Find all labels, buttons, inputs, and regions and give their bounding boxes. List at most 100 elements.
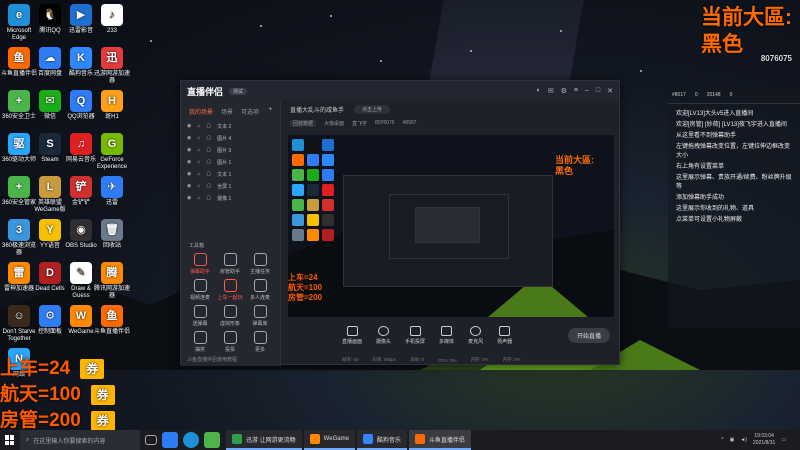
mic-button[interactable]: 麦克风 [468, 325, 483, 345]
visibility-icon[interactable]: ◉ [187, 159, 191, 165]
toolbox-item[interactable]: 虚拟形象 [215, 305, 245, 327]
message-icon[interactable]: ✉ [548, 87, 554, 95]
source-item[interactable]: ◉ ⌂ ▢ 图片 4 [181, 132, 280, 144]
clock[interactable]: 19:03:04 2021/8/31 [753, 433, 775, 447]
source-label: 图片 1 [217, 159, 232, 166]
start-live-button[interactable]: 开始直播 [567, 327, 610, 343]
tab-options[interactable]: 可选项 [241, 107, 259, 116]
danmaku-panel[interactable]: #8017 0 20148 0 欢迎[LV13]大头v5进入直播间 欢迎[房管] … [668, 88, 800, 328]
app-icon: ▶ [70, 4, 92, 26]
skin-icon[interactable]: ◐ [537, 87, 541, 95]
app-icon: Y [39, 219, 61, 241]
search-placeholder: 在这里输入你要搜索的内容 [33, 438, 106, 445]
screen-capture-button[interactable]: 直播画面 [342, 325, 362, 345]
visibility-icon[interactable]: ◉ [187, 171, 191, 177]
app-icon: D [39, 262, 61, 284]
replay-data[interactable]: 回放数据 [290, 120, 317, 127]
taskbar-task[interactable]: WeGame [303, 430, 355, 450]
toolbox-item[interactable]: 抽奖 [185, 331, 215, 353]
lock-icon[interactable]: ⌂ [197, 135, 200, 141]
minimize-icon[interactable]: – [585, 87, 589, 95]
pinned-app-icon[interactable] [162, 432, 178, 448]
stream-preview[interactable]: 当前大區: 黑色 上车=24 航天=100 房管=200 [288, 135, 614, 317]
toolbox-item[interactable]: 送弹幕 [185, 305, 215, 327]
taskbar-task[interactable]: 酷狗音乐 [356, 430, 407, 450]
app-icon: 雷 [8, 262, 30, 284]
tool-label: 视频连麦 [189, 295, 210, 301]
pinned-app-icon[interactable] [204, 432, 220, 448]
room-title[interactable]: 直播大乱斗的咸鱼手 [290, 105, 344, 114]
tutorial-link[interactable]: 斗鱼直播伴侣使用教程 [187, 356, 237, 363]
desktop-icon[interactable]: 🗑 回收站 [93, 219, 131, 250]
camera-button[interactable]: 摄像头 [376, 325, 391, 345]
notification-icon[interactable]: ▭ [781, 437, 786, 443]
tab-scene[interactable]: 场景 [221, 107, 233, 116]
category[interactable]: 大咖桌面 [324, 120, 344, 127]
lock-icon[interactable]: ⌂ [197, 147, 200, 153]
close-icon[interactable]: ✕ [607, 87, 613, 95]
tab-my-scene[interactable]: 我的场景 [189, 107, 213, 116]
network-icon[interactable]: ▣ [730, 437, 735, 443]
desktop-icon[interactable]: G GeForce Experience [93, 133, 131, 171]
lock-icon[interactable]: ⌂ [197, 183, 200, 189]
menu-icon[interactable]: ≡ [574, 87, 578, 95]
taskbar: ⌕ 在这里输入你要搜索的内容 迅游 让网游更流畅 WeGame 酷狗音乐 斗鱼直播伴侣… [0, 430, 800, 450]
room-title-edit-button[interactable]: 点击上传 [354, 105, 391, 114]
desktop-icon[interactable]: 迅迅游网游加速器 [93, 47, 131, 85]
version-badge: 测试 [229, 87, 248, 95]
desktop-icon[interactable]: H 斑H1 [93, 90, 131, 121]
toolbox-item[interactable]: 投票 [215, 331, 245, 353]
lock-icon[interactable]: ⌂ [197, 195, 200, 201]
nested-preview-1 [343, 175, 553, 287]
toolbox-item[interactable]: 更多 [245, 331, 275, 353]
toolbox-item[interactable]: 房管助手 [215, 253, 245, 275]
source-item[interactable]: ◉ ⌂ ▢ 摄像 1 [181, 192, 280, 204]
lock-icon[interactable]: ⌂ [197, 171, 200, 177]
phone-cast-button[interactable]: 手机投屏 [405, 325, 425, 345]
task-view-icon[interactable] [145, 435, 157, 445]
desktop-icon[interactable]: ✈ 迅雷 [93, 176, 131, 207]
media-button[interactable]: 多媒体 [439, 325, 454, 345]
visibility-icon[interactable]: ◉ [187, 183, 191, 189]
tool-label: 多人连麦 [249, 295, 270, 301]
source-item[interactable]: ◉ ⌂ ▢ 全屏 1 [181, 180, 280, 192]
desktop-icon[interactable]: ♪ 233 [93, 4, 131, 35]
desktop-icon[interactable]: 腾腾讯网游加速器 [93, 262, 131, 300]
desktop-icon[interactable]: 鱼斗鱼直播伴侣 [93, 305, 131, 336]
visibility-icon[interactable]: ◉ [187, 147, 191, 153]
toolbox-item[interactable]: 弹幕助手 [185, 253, 215, 275]
control-label: 扬声器 [497, 338, 513, 345]
speaker-icon [499, 325, 511, 336]
toolbox-item[interactable]: 主播任务 [245, 253, 275, 275]
visibility-icon[interactable]: ◉ [187, 195, 191, 201]
toolbox-item[interactable]: 弹幕库 [245, 305, 275, 327]
chat-message: 左键拖拽弹幕改变位置，左键拉伸边框改变大小 [676, 144, 791, 159]
source-item[interactable]: ◉ ⌂ ▢ 图片 1 [181, 156, 280, 168]
taskbar-task[interactable]: 斗鱼直播伴侣 [408, 430, 471, 450]
start-button[interactable] [0, 430, 20, 450]
add-scene-icon[interactable]: + [268, 107, 272, 116]
visibility-icon[interactable]: ◉ [187, 123, 191, 129]
toolbox-item[interactable]: 视频连麦 [185, 279, 215, 301]
source-item[interactable]: ◉ ⌂ ▢ 文本 2 [181, 120, 280, 132]
app-title-bar[interactable]: 直播伴侣 测试 ◐ ✉ ⚙ ≡ – □ ✕ [181, 81, 619, 101]
source-item[interactable]: ◉ ⌂ ▢ 文本 1 [181, 168, 280, 180]
pinned-app-icon[interactable] [183, 432, 199, 448]
speaker-button[interactable]: 扬声器 [497, 325, 513, 345]
tray-up-icon[interactable]: ^ [721, 437, 723, 443]
streaming-app-window[interactable]: 直播伴侣 测试 ◐ ✉ ⚙ ≡ – □ ✕ 我的场景 场景 可选项 + ◉ ⌂ ▢ 文… [180, 80, 620, 366]
visibility-icon[interactable]: ◉ [187, 135, 191, 141]
desktop-icon-label: 回收站 [102, 243, 121, 249]
lock-icon[interactable]: ⌂ [197, 123, 200, 129]
main-area: 直播大乱斗的咸鱼手 点击上传 回放数据 大咖桌面 直飞宇 8076075 #89… [282, 101, 620, 366]
toolbox-item[interactable]: 上车一起玩 [215, 279, 245, 301]
toolbox-item[interactable]: 多人连麦 [245, 279, 275, 301]
taskbar-search[interactable]: ⌕ 在这里输入你要搜索的内容 [20, 430, 140, 450]
lock-icon[interactable]: ⌂ [197, 159, 200, 165]
maximize-icon[interactable]: □ [596, 87, 600, 95]
taskbar-task[interactable]: 迅游 让网游更流畅 [226, 430, 302, 450]
source-item[interactable]: ◉ ⌂ ▢ 图片 3 [181, 144, 280, 156]
volume-icon[interactable]: ◄) [740, 437, 747, 443]
settings-icon[interactable]: ⚙ [561, 87, 567, 95]
app-icon: ☁ [39, 47, 61, 69]
